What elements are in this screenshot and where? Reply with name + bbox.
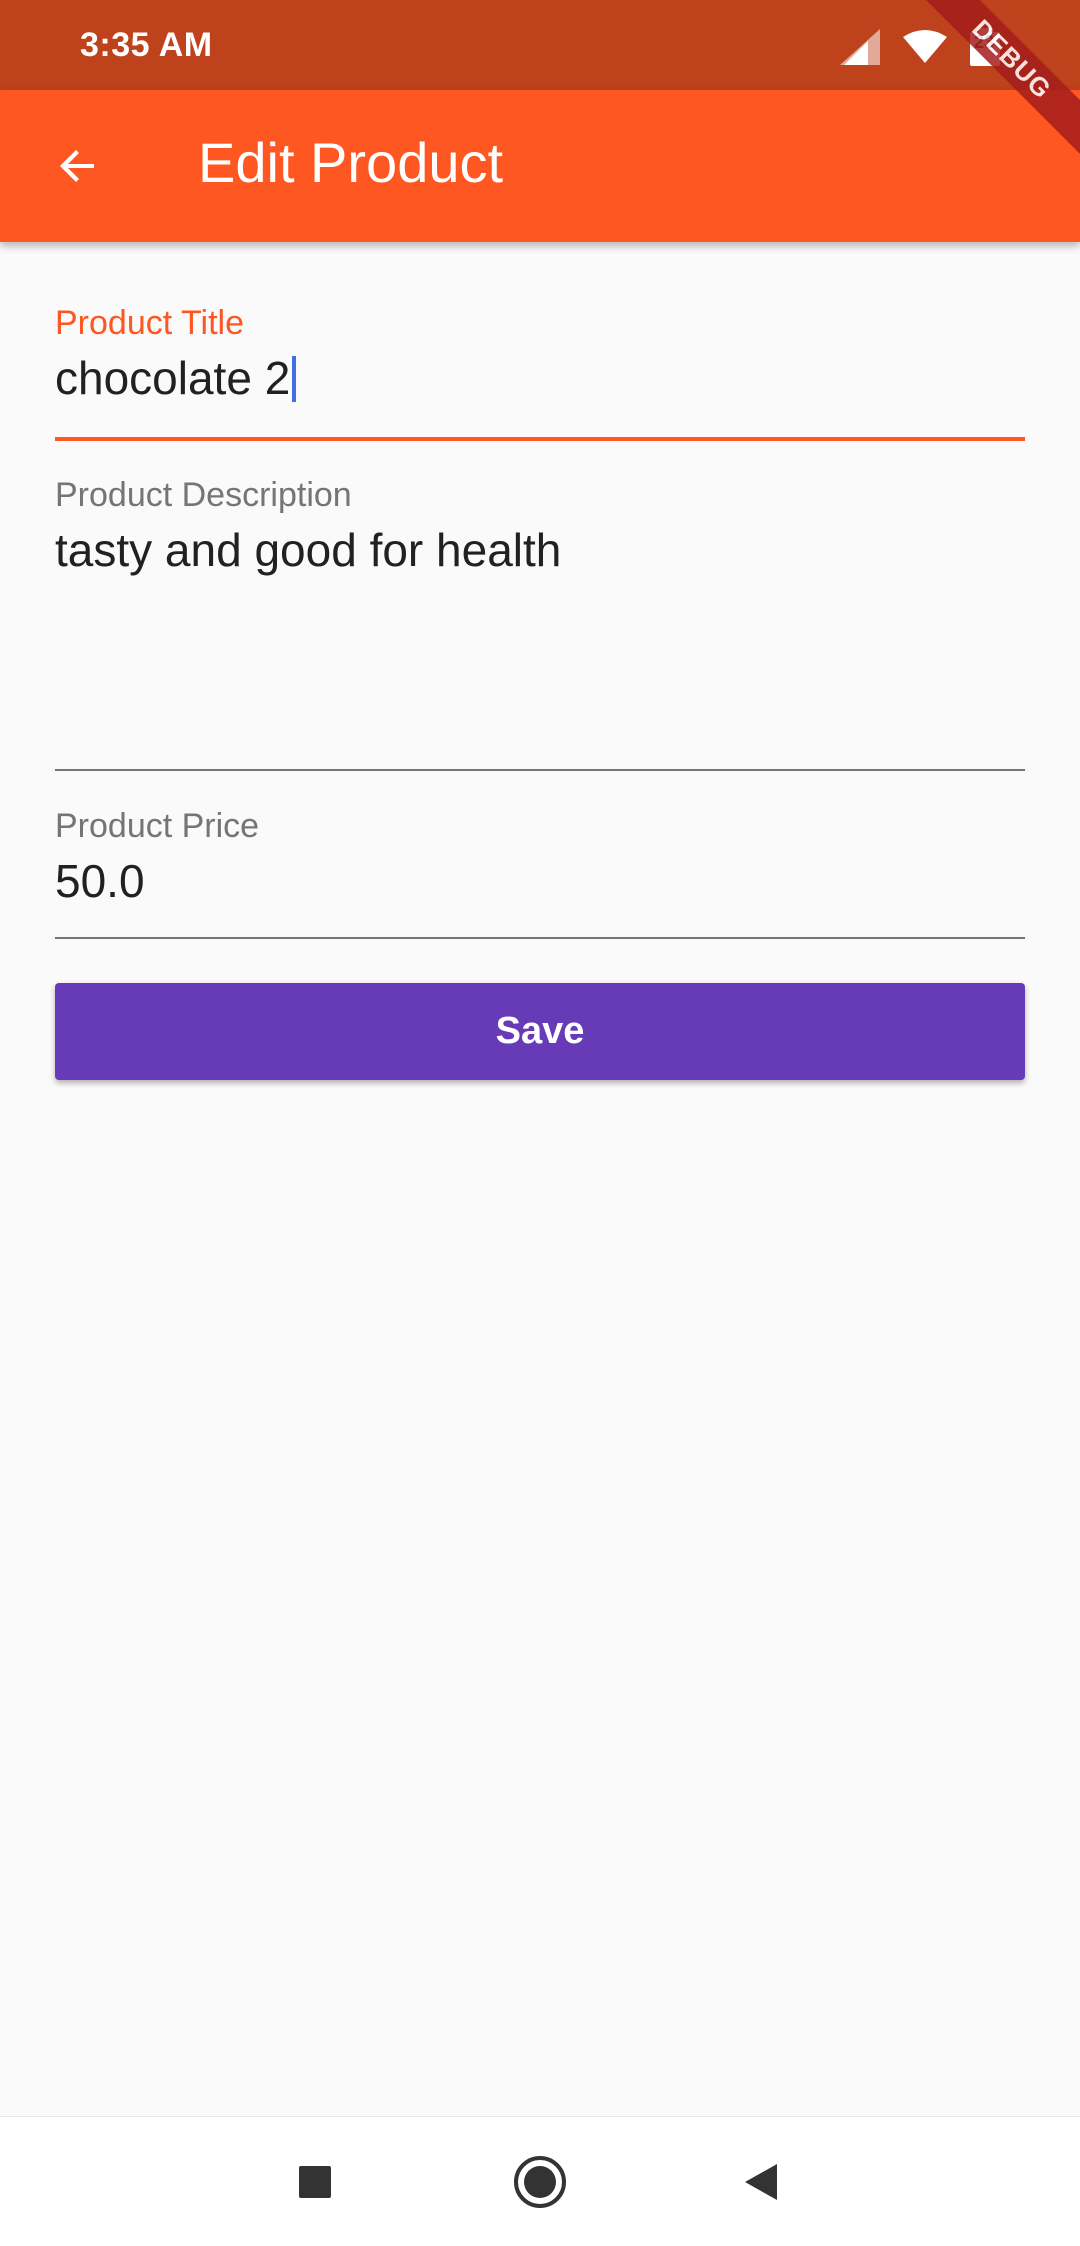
product-description-underline bbox=[55, 769, 1025, 771]
system-nav-bar bbox=[0, 2116, 1080, 2246]
system-back-button[interactable] bbox=[726, 2147, 796, 2217]
screen: 3:35 AM 23 Edit Product bbox=[0, 0, 1080, 2246]
back-button[interactable] bbox=[34, 122, 122, 210]
save-button[interactable]: Save bbox=[55, 983, 1025, 1080]
triangle-back-icon bbox=[745, 2164, 777, 2200]
edit-product-form: Product Title chocolate 2 Product Descri… bbox=[55, 242, 1025, 947]
circle-home-icon bbox=[514, 2156, 566, 2208]
product-title-value: chocolate 2 bbox=[55, 352, 291, 404]
app-bar: Edit Product bbox=[0, 90, 1080, 242]
product-price-underline bbox=[55, 937, 1025, 939]
page-title: Edit Product bbox=[198, 131, 504, 194]
status-time: 3:35 AM bbox=[80, 26, 213, 64]
cell-signal-icon bbox=[840, 29, 880, 65]
arrow-left-icon bbox=[60, 150, 94, 182]
product-title-input[interactable]: chocolate 2 bbox=[55, 351, 1025, 405]
square-recents-icon bbox=[299, 2166, 331, 2198]
product-price-label: Product Price bbox=[55, 807, 260, 845]
product-description-input[interactable]: tasty and good for health bbox=[55, 523, 1025, 577]
wifi-icon bbox=[903, 30, 947, 63]
product-title-underline bbox=[55, 437, 1025, 441]
home-button[interactable] bbox=[505, 2147, 575, 2217]
text-cursor bbox=[292, 356, 297, 402]
product-title-field[interactable]: Product Title chocolate 2 bbox=[55, 242, 1025, 442]
recents-button[interactable] bbox=[280, 2147, 350, 2217]
product-price-input[interactable]: 50.0 bbox=[55, 854, 1025, 908]
product-description-field[interactable]: Product Description tasty and good for h… bbox=[55, 442, 1025, 777]
product-price-field[interactable]: Product Price 50.0 bbox=[55, 777, 1025, 947]
product-title-label: Product Title bbox=[55, 304, 244, 342]
status-bar: 3:35 AM 23 bbox=[0, 0, 1080, 90]
product-description-label: Product Description bbox=[55, 476, 352, 514]
